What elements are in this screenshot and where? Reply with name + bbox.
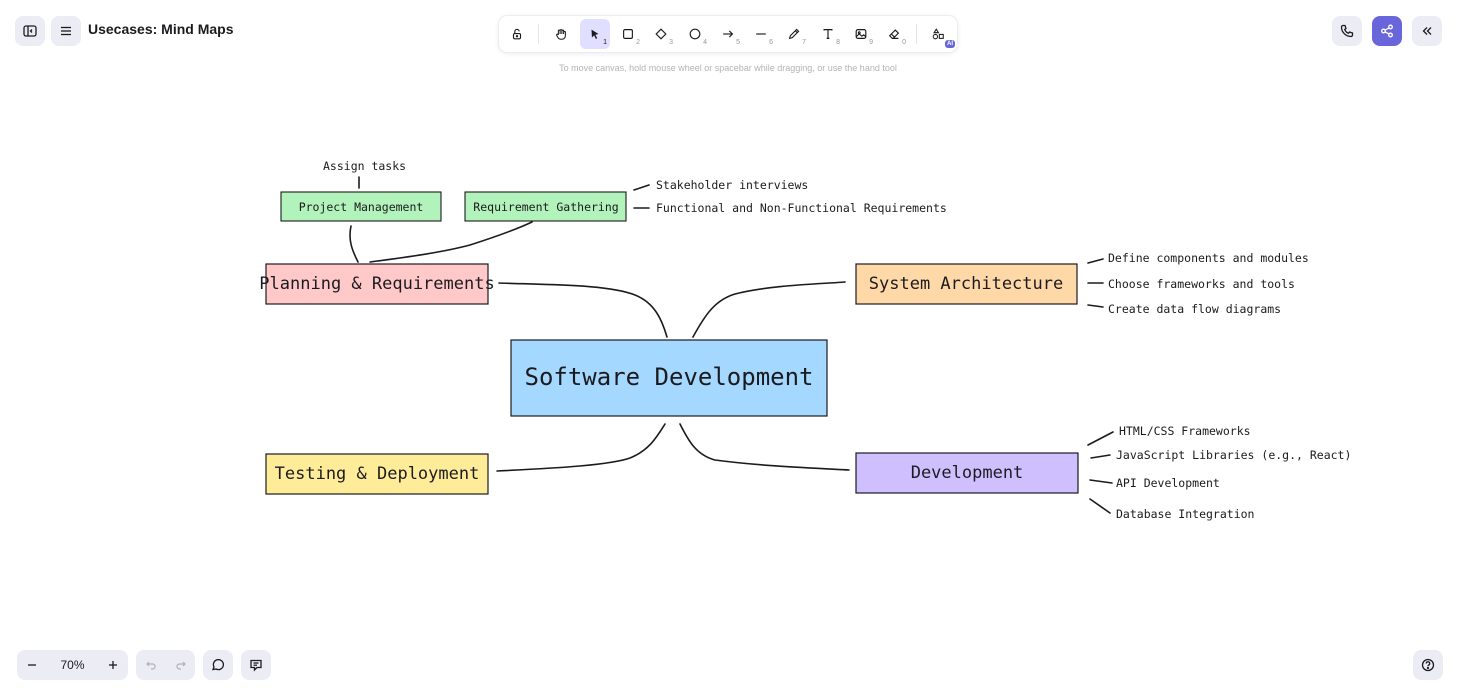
node-architecture[interactable]: System Architecture — [855, 263, 1078, 305]
connector — [1087, 258, 1104, 264]
zoom-level[interactable]: 70% — [50, 650, 95, 680]
node-planning[interactable]: Planning & Requirements — [259, 263, 495, 305]
plus-icon — [109, 661, 117, 669]
note-functional-requirements[interactable]: Functional and Non-Functional Requiremen… — [656, 201, 947, 215]
mind-map-canvas[interactable]: Software Development Planning & Requirem… — [0, 0, 1461, 696]
help-icon — [1421, 658, 1435, 672]
connector — [679, 423, 850, 471]
node-architecture-label: System Architecture — [869, 274, 1063, 294]
node-testing[interactable]: Testing & Deployment — [265, 453, 489, 495]
minus-icon — [28, 664, 36, 666]
note-database-integration[interactable]: Database Integration — [1116, 507, 1254, 521]
note-assign-tasks[interactable]: Assign tasks — [323, 159, 406, 173]
node-central[interactable]: Software Development — [510, 339, 828, 417]
node-requirement-gathering[interactable]: Requirement Gathering — [464, 191, 627, 222]
note-javascript-libraries[interactable]: JavaScript Libraries (e.g., React) — [1116, 448, 1351, 462]
node-project-management-label: Project Management — [299, 200, 424, 214]
message-square-icon — [250, 659, 262, 672]
node-requirement-gathering-label: Requirement Gathering — [473, 200, 618, 214]
connector — [1090, 454, 1111, 459]
comments-button[interactable] — [203, 650, 233, 680]
help-button[interactable] — [1413, 650, 1443, 680]
note-stakeholder-interviews[interactable]: Stakeholder interviews — [656, 178, 808, 192]
note-data-flow[interactable]: Create data flow diagrams — [1108, 302, 1281, 316]
connector — [1089, 479, 1113, 484]
node-development-label: Development — [911, 463, 1024, 483]
redo-icon — [175, 661, 186, 670]
connector — [633, 184, 650, 191]
chat-bubble-icon — [211, 658, 225, 671]
connector — [369, 221, 533, 263]
zoom-out-button[interactable] — [17, 650, 47, 680]
history-controls — [136, 650, 195, 680]
connector — [1089, 498, 1111, 514]
node-project-management[interactable]: Project Management — [280, 191, 442, 222]
connector — [692, 281, 846, 338]
redo-button[interactable] — [166, 650, 195, 680]
connector — [1087, 304, 1104, 308]
note-choose-frameworks[interactable]: Choose frameworks and tools — [1108, 277, 1295, 291]
node-planning-label: Planning & Requirements — [259, 274, 494, 294]
note-define-components[interactable]: Define components and modules — [1108, 251, 1309, 265]
zoom-controls: 70% — [17, 650, 128, 680]
node-testing-label: Testing & Deployment — [275, 464, 480, 484]
presentation-button[interactable] — [241, 650, 271, 680]
note-html-css[interactable]: HTML/CSS Frameworks — [1119, 424, 1251, 438]
undo-icon — [145, 661, 156, 670]
connector — [496, 423, 666, 472]
connector — [349, 225, 359, 263]
zoom-in-button[interactable] — [98, 650, 128, 680]
connector — [1087, 431, 1114, 446]
node-central-label: Software Development — [525, 363, 814, 391]
node-development[interactable]: Development — [855, 452, 1079, 494]
note-api-development[interactable]: API Development — [1116, 476, 1220, 490]
undo-button[interactable] — [136, 650, 165, 680]
connector — [498, 282, 668, 338]
